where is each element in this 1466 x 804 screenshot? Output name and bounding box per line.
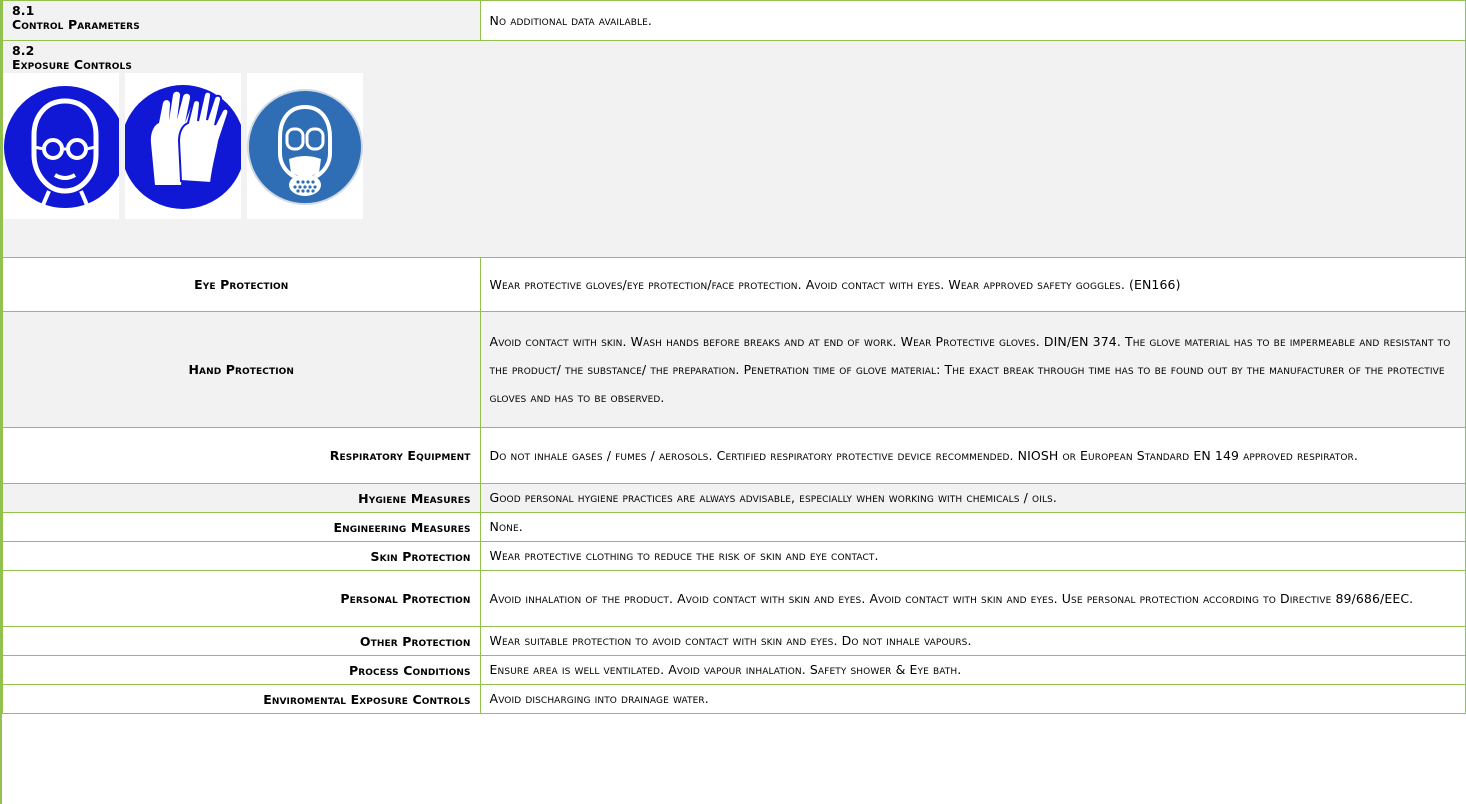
label-hygiene-measures: Hygiene Measures <box>2 483 481 513</box>
row-hygiene-measures: Hygiene Measures Good personal hygiene p… <box>2 483 1466 513</box>
label-process-conditions: Process Conditions <box>2 655 481 685</box>
gloves-icon <box>125 73 241 219</box>
section-title-control-parameters: Control Parameters <box>12 17 140 32</box>
section-number-8-2: 8.2 <box>12 43 35 58</box>
value-skin-protection: Wear protective clothing to reduce the r… <box>479 541 1466 571</box>
label-skin-protection: Skin Protection <box>2 541 481 571</box>
value-other-protection: Wear suitable protection to avoid contac… <box>479 626 1466 656</box>
row-skin-protection: Skin Protection Wear protective clothing… <box>2 541 1466 571</box>
control-parameters-header: 8.1 Control Parameters <box>2 0 481 41</box>
row-hand-protection: Hand Protection Avoid contact with skin.… <box>2 311 1466 428</box>
ppe-icons <box>3 73 1456 219</box>
value-engineering-measures: None. <box>479 512 1466 542</box>
exposure-controls-table: 8.1 Control Parameters No additional dat… <box>2 0 1466 714</box>
label-other-protection: Other Protection <box>2 626 481 656</box>
row-process-conditions: Process Conditions Ensure area is well v… <box>2 655 1466 685</box>
row-other-protection: Other Protection Wear suitable protectio… <box>2 626 1466 656</box>
goggles-icon <box>3 73 119 219</box>
section-number-8-1: 8.1 <box>12 3 35 18</box>
row-personal-protection: Personal Protection Avoid inhalation of … <box>2 570 1466 627</box>
row-eye-protection: Eye Protection Wear protective gloves/ey… <box>2 257 1466 312</box>
label-engineering-measures: Engineering Measures <box>2 512 481 542</box>
value-hygiene-measures: Good personal hygiene practices are alwa… <box>479 483 1466 513</box>
row-exposure-controls: 8.2 Exposure Controls <box>2 40 1466 258</box>
row-engineering-measures: Engineering Measures None. <box>2 512 1466 542</box>
value-respiratory-equipment: Do not inhale gases / fumes / aerosols. … <box>479 427 1466 484</box>
value-hand-protection: Avoid contact with skin. Wash hands befo… <box>479 311 1466 428</box>
label-environmental-exposure-controls: Enviromental Exposure Controls <box>2 684 481 714</box>
exposure-controls-header: 8.2 Exposure Controls <box>2 40 1466 258</box>
sds-section-8: 8.1 Control Parameters No additional dat… <box>0 0 1466 804</box>
label-eye-protection: Eye Protection <box>2 257 481 312</box>
row-respiratory-equipment: Respiratory Equipment Do not inhale gase… <box>2 427 1466 484</box>
row-control-parameters: 8.1 Control Parameters No additional dat… <box>2 0 1466 41</box>
value-personal-protection: Avoid inhalation of the product. Avoid c… <box>479 570 1466 627</box>
value-process-conditions: Ensure area is well ventilated. Avoid va… <box>479 655 1466 685</box>
label-respiratory-equipment: Respiratory Equipment <box>2 427 481 484</box>
value-environmental-exposure-controls: Avoid discharging into drainage water. <box>479 684 1466 714</box>
control-parameters-value: No additional data available. <box>479 0 1466 41</box>
label-personal-protection: Personal Protection <box>2 570 481 627</box>
value-eye-protection: Wear protective gloves/eye protection/fa… <box>479 257 1466 312</box>
section-title-exposure-controls: Exposure Controls <box>12 57 132 72</box>
label-hand-protection: Hand Protection <box>2 311 481 428</box>
row-environmental-exposure-controls: Enviromental Exposure Controls Avoid dis… <box>2 684 1466 714</box>
respirator-icon <box>247 73 363 219</box>
